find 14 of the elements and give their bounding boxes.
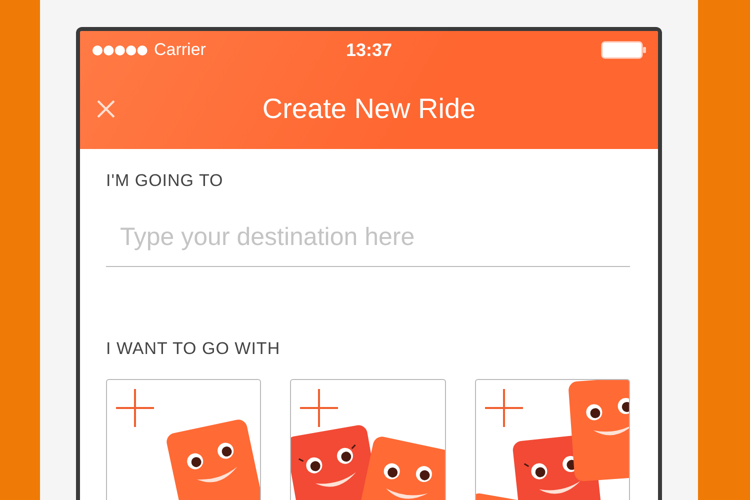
companion-option[interactable]: [290, 379, 446, 500]
carrier-name: Carrier: [154, 40, 206, 60]
plus-icon: [300, 389, 338, 427]
plus-icon: [116, 389, 154, 427]
section-label: I'M GOING TO: [106, 171, 224, 191]
companion-option[interactable]: [106, 379, 262, 500]
screen-title: Create New Ride: [262, 93, 476, 125]
close-icon: [96, 99, 116, 119]
battery-icon: [601, 41, 646, 59]
signal-icon: [92, 44, 148, 56]
close-button[interactable]: [96, 99, 116, 119]
plus-icon: [484, 389, 523, 427]
section-label: I WANT TO GO WITH: [106, 339, 280, 359]
status-time: 13:37: [346, 40, 392, 60]
